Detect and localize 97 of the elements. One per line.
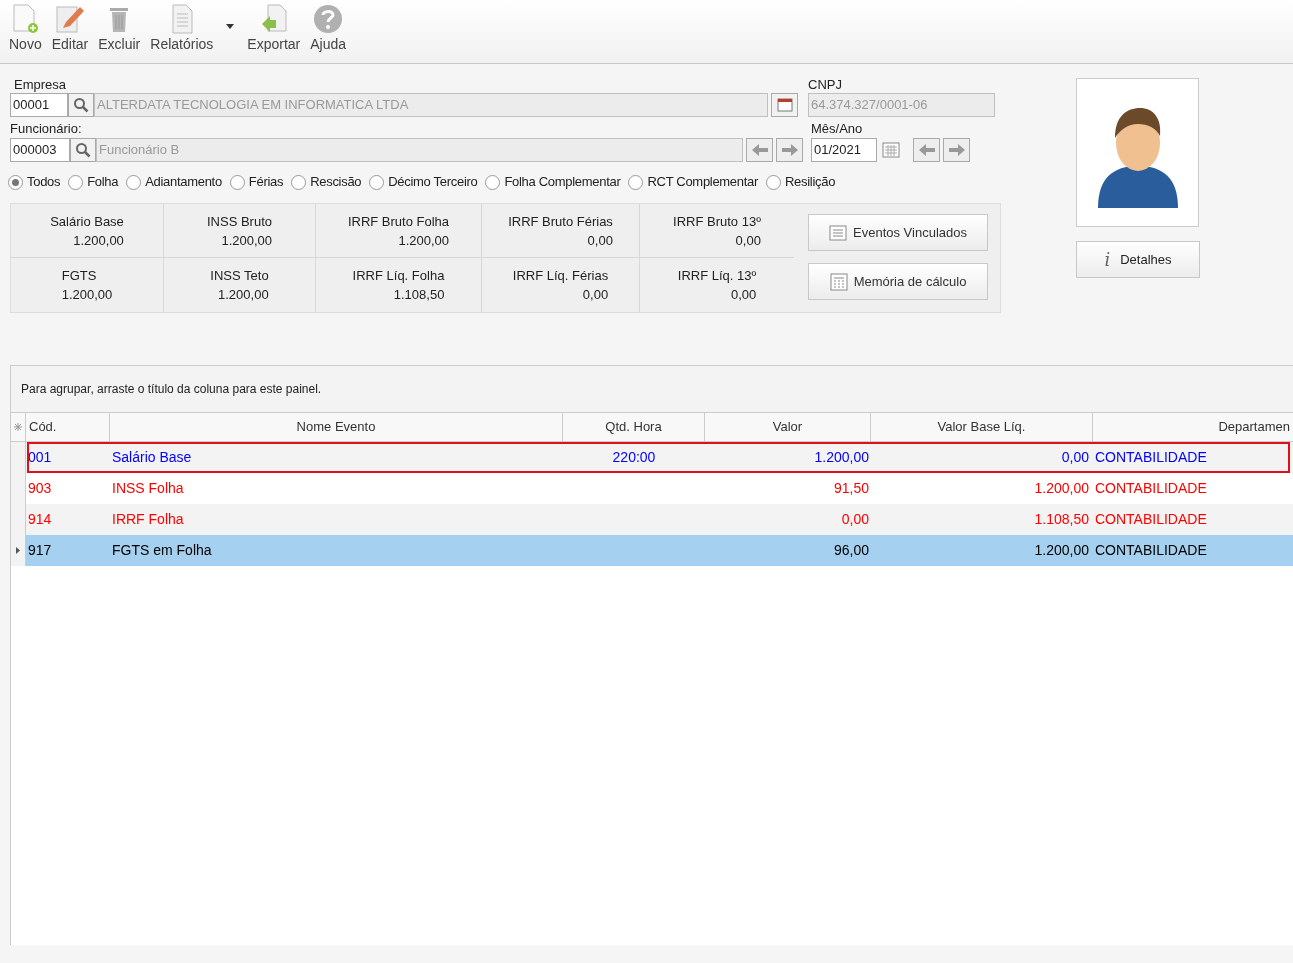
summary-label: IRRF Bruto Férias xyxy=(508,212,613,231)
radio-label[interactable]: Rescisão xyxy=(310,172,362,192)
column-header[interactable]: Departamen xyxy=(1218,417,1290,437)
summary-label: INSS Teto xyxy=(210,267,269,285)
summary-value: 0,00 xyxy=(587,231,613,250)
summary-value: 0,00 xyxy=(730,286,757,304)
input-field[interactable]: 00001 xyxy=(10,93,68,117)
field-label: Mês/Ano xyxy=(811,120,864,138)
radio-button[interactable] xyxy=(291,174,307,190)
table-cell: 96,00 xyxy=(833,542,869,558)
summary-label: FGTS xyxy=(61,267,98,285)
input-field[interactable]: 000003 xyxy=(10,138,70,162)
radio-label[interactable]: Décimo Terceiro xyxy=(388,172,478,192)
table-cell: CONTABILIDADE xyxy=(1095,480,1207,496)
radio-button[interactable] xyxy=(126,174,142,190)
radio-label[interactable]: Adiantamento xyxy=(145,172,222,192)
summary-value: 1.200,00 xyxy=(61,286,113,304)
table-cell: FGTS em Folha xyxy=(112,542,212,558)
column-header[interactable]: Valor xyxy=(772,417,803,437)
table-cell: 91,50 xyxy=(833,480,869,496)
table-cell: INSS Folha xyxy=(112,480,184,496)
summary-value: 0,00 xyxy=(582,286,609,304)
info-icon: i xyxy=(1104,246,1111,273)
summary-value: 1.200,00 xyxy=(398,231,450,250)
table-cell: 1.200,00 xyxy=(1034,542,1089,558)
table-cell: CONTABILIDADE xyxy=(1095,449,1207,465)
calculation-button[interactable]: Memória de cálculo xyxy=(808,263,988,300)
column-header[interactable]: Qtd. Hora xyxy=(605,417,662,437)
search-icon[interactable] xyxy=(68,93,94,117)
toolbar-button[interactable]: Exportar xyxy=(242,0,306,55)
radio-label[interactable]: Férias xyxy=(248,172,284,192)
linked-events-button[interactable]: Eventos Vinculados xyxy=(808,214,988,251)
list-icon xyxy=(829,224,847,241)
table-cell: 917 xyxy=(28,542,52,558)
radio-button[interactable] xyxy=(229,174,245,190)
column-header[interactable]: Valor Base Líq. xyxy=(937,417,1026,437)
row-indicator[interactable] xyxy=(11,535,26,566)
summary-value: 1.200,00 xyxy=(221,231,272,250)
table-cell: IRRF Folha xyxy=(112,511,184,527)
summary-label: IRRF Líq. Folha xyxy=(352,267,445,285)
dropdown-caret-icon[interactable] xyxy=(226,24,235,29)
table-cell: Salário Base xyxy=(112,449,192,465)
summary-label: IRRF Líq. 13º xyxy=(677,267,757,285)
toolbar-button[interactable]: Editar xyxy=(46,0,94,55)
table-row[interactable]: 917 FGTS em Folha 96,00 1.200,00 CONTABILIDADE xyxy=(11,535,1293,566)
summary-value: 1.108,50 xyxy=(393,286,445,304)
radio-label[interactable]: Folha xyxy=(87,172,119,192)
summary-value: 1.200,00 xyxy=(218,286,269,304)
calculator-icon xyxy=(829,272,848,291)
group-panel: Para agrupar, arraste o título da coluna para este painel. xyxy=(11,366,1293,412)
summary-label: IRRF Bruto Folha xyxy=(347,212,450,231)
radio-label[interactable]: Folha Complementar xyxy=(504,172,621,192)
table-cell: CONTABILIDADE xyxy=(1095,542,1207,558)
toolbar-button[interactable]: Novo xyxy=(4,0,47,55)
column-header[interactable]: Cód. xyxy=(29,417,57,437)
column-header[interactable]: Nome Evento xyxy=(296,417,376,437)
table-cell: CONTABILIDADE xyxy=(1095,511,1207,527)
field-label: Funcionário: xyxy=(10,120,83,138)
table-cell: 1.200,00 xyxy=(1034,480,1089,496)
summary-label: INSS Bruto xyxy=(207,212,272,231)
radio-button[interactable] xyxy=(369,174,385,190)
radio-button[interactable] xyxy=(8,174,23,190)
details-button[interactable]: i Detalhes xyxy=(1076,241,1200,278)
input-field: Funcionário B xyxy=(96,138,743,162)
field-label: CNPJ xyxy=(808,76,843,94)
radio-button[interactable] xyxy=(485,174,501,190)
table-cell: 001 xyxy=(28,449,52,465)
radio-label[interactable]: Resilição xyxy=(785,172,836,192)
reports-button[interactable]: Relatórios xyxy=(145,0,219,55)
table-cell: 1.108,50 xyxy=(1034,511,1089,527)
window-icon[interactable] xyxy=(771,93,798,117)
input-field: 64.374.327/0001-06 xyxy=(808,93,995,117)
table-cell: 914 xyxy=(28,511,52,527)
table-cell: 1.200,00 xyxy=(814,449,869,465)
input-field[interactable]: 01/2021 xyxy=(811,138,877,162)
field-label: Empresa xyxy=(13,76,68,94)
row-pointer-icon xyxy=(16,547,20,554)
table-cell: 0,00 xyxy=(1061,449,1089,465)
summary-label: IRRF Bruto 13º xyxy=(673,212,761,231)
summary-label: Salário Base xyxy=(50,212,124,231)
radio-button[interactable] xyxy=(68,174,84,190)
search-icon[interactable] xyxy=(70,138,96,162)
table-row[interactable]: 001 Salário Base 220:00 1.200,00 0,00 CONTABILIDADE xyxy=(11,442,1293,473)
table-cell: 903 xyxy=(28,480,52,496)
summary-value: 1.200,00 xyxy=(73,231,124,250)
radio-label[interactable]: Todos xyxy=(27,172,61,192)
toolbar-button[interactable]: Ajuda xyxy=(305,0,352,55)
radio-button[interactable] xyxy=(766,174,781,190)
summary-value: 0,00 xyxy=(735,231,761,250)
radio-label[interactable]: RCT Complementar xyxy=(647,172,758,192)
radio-button[interactable] xyxy=(628,174,644,190)
toolbar-button[interactable]: Excluir xyxy=(93,0,146,55)
table-cell: 220:00 xyxy=(612,449,656,465)
summary-label: IRRF Líq. Férias xyxy=(512,267,609,285)
input-field: ALTERDATA TECNOLOGIA EM INFORMATICA LTDA xyxy=(94,93,768,117)
table-cell: 0,00 xyxy=(841,511,869,527)
table-row[interactable]: 914 IRRF Folha 0,00 1.108,50 CONTABILIDADE xyxy=(11,504,1293,535)
